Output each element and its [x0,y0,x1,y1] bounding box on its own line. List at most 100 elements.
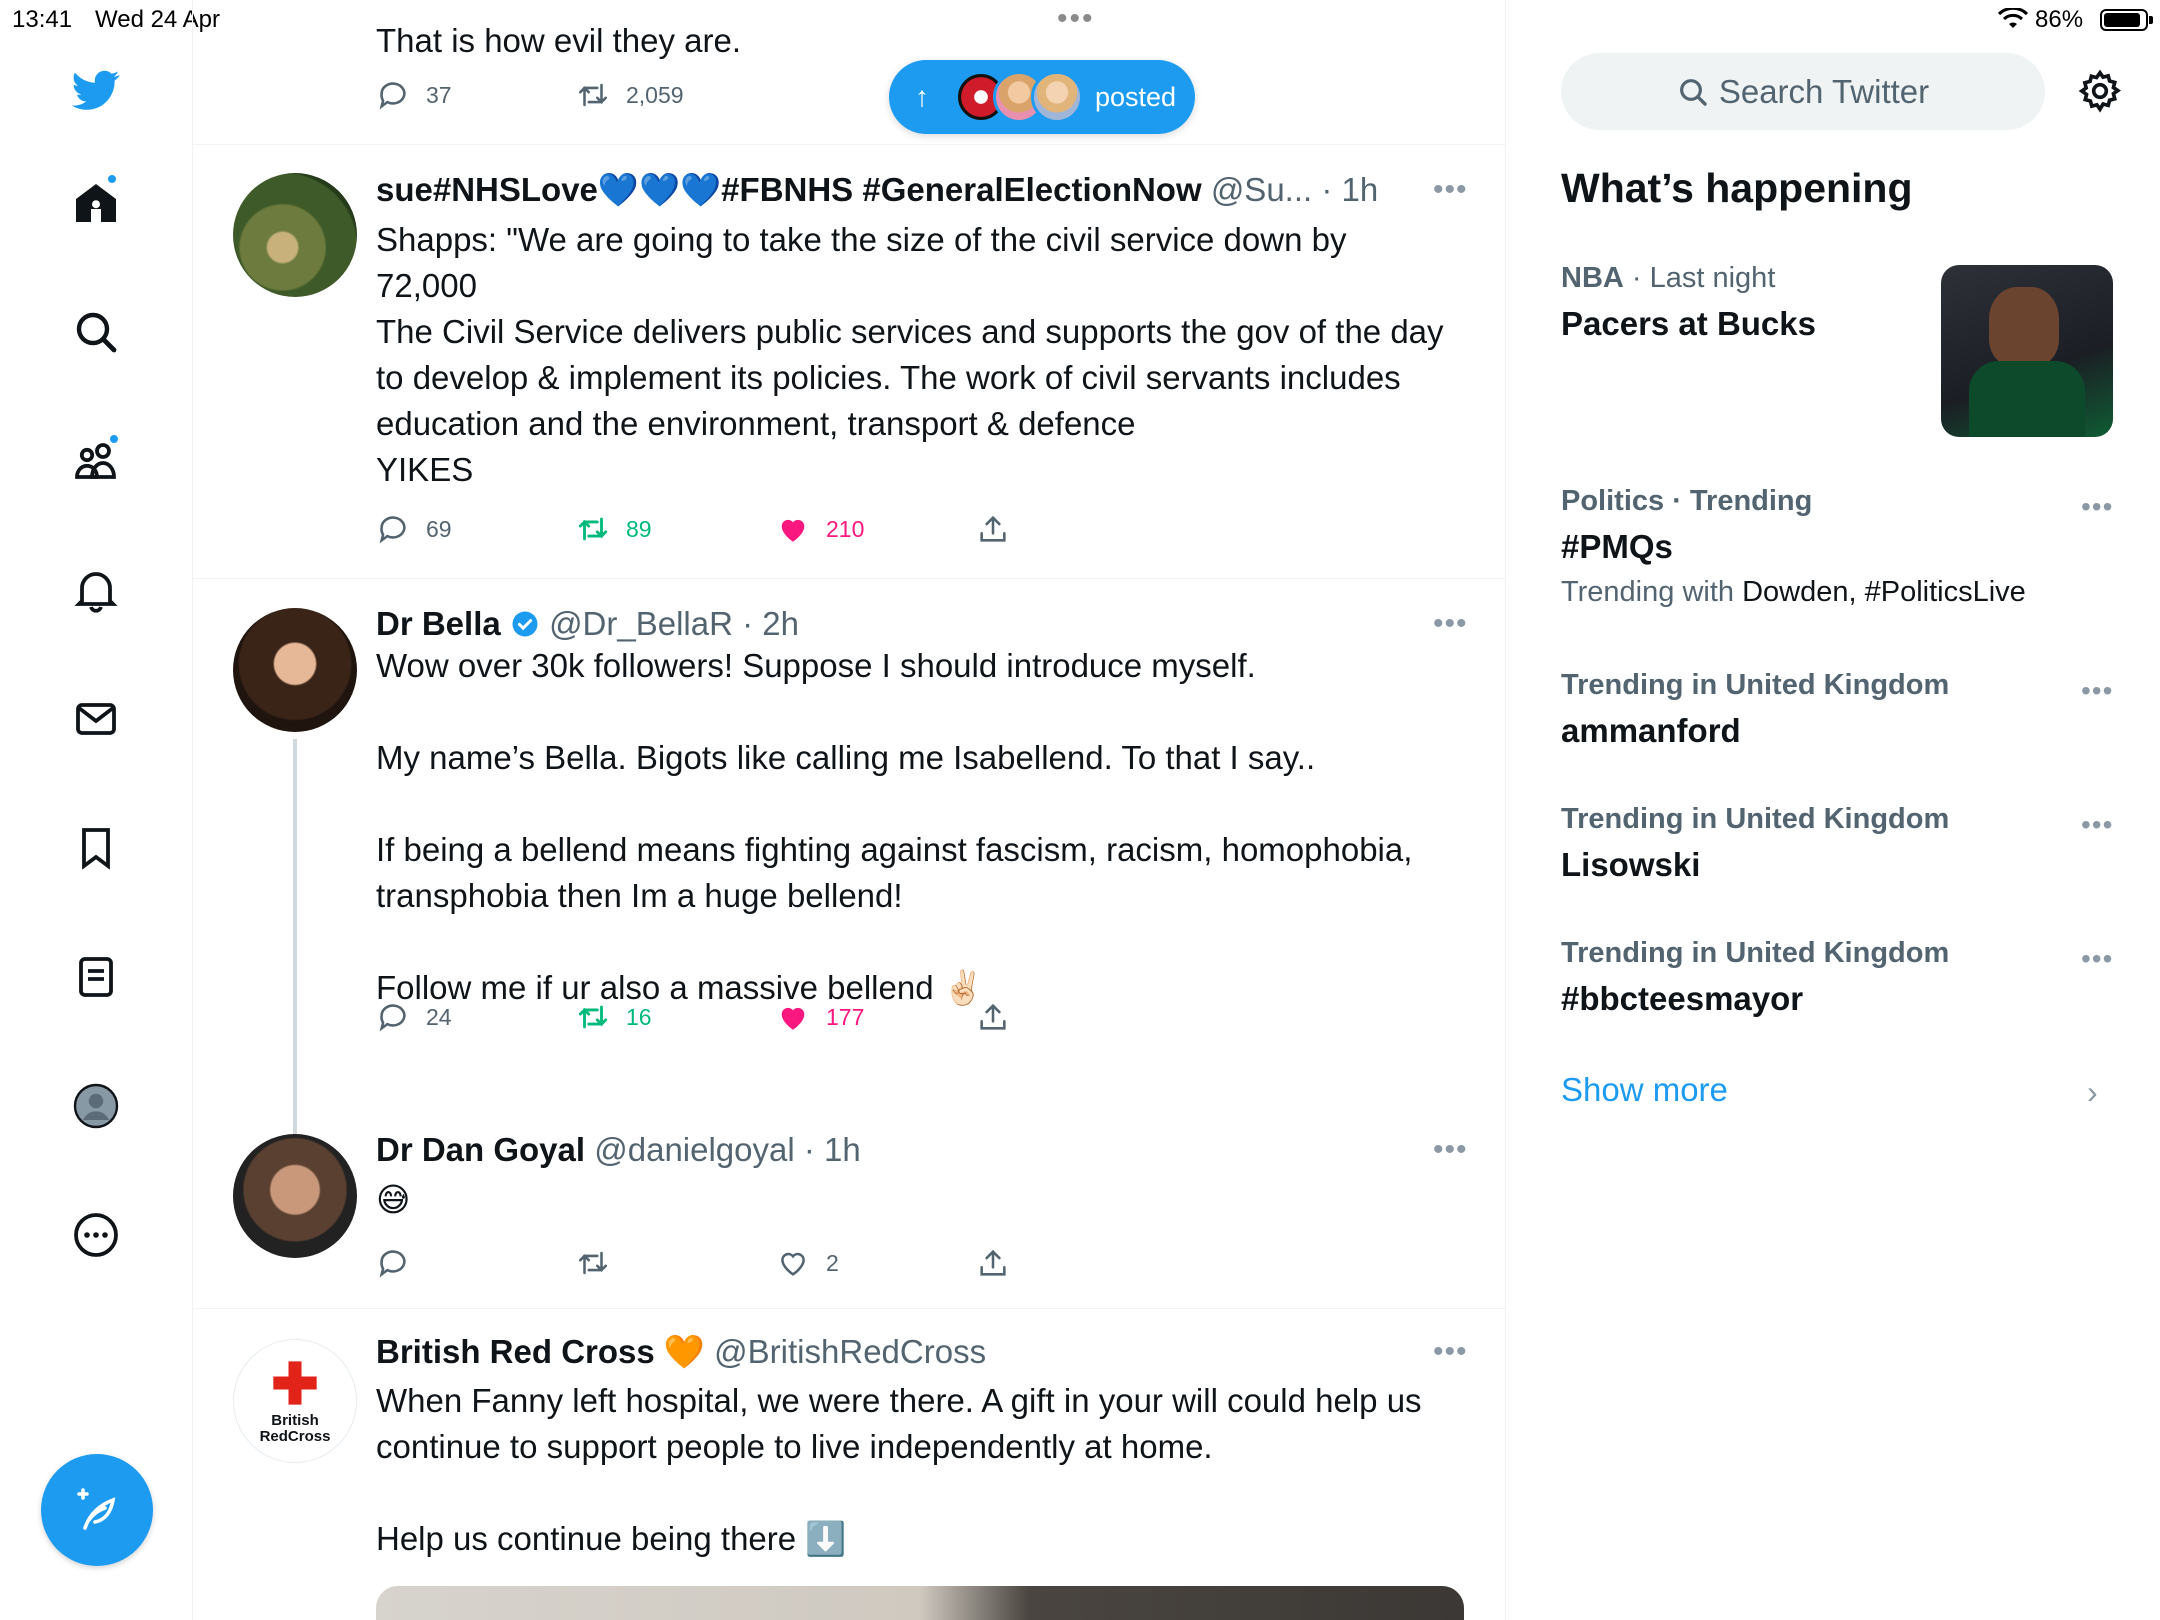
avatar[interactable] [233,173,357,297]
chevron-right-icon: › [2087,1074,2098,1110]
communities-icon[interactable] [70,433,122,487]
trend-item[interactable]: Trending in United Kingdom #bbcteesmayor [1561,937,2121,1018]
trend-category: Trending in United Kingdom [1561,937,1950,969]
twitter-logo-icon[interactable] [70,64,122,116]
tweet-header: Dr Dan Goyal @danielgoyal · 1h [376,1131,861,1169]
tweet-text: When Fanny left hospital, we were there.… [376,1382,1422,1557]
trend-category: Trending in United Kingdom [1561,669,1950,701]
trend-more-icon[interactable]: ••• [2081,491,2113,523]
mail-icon[interactable] [70,693,122,745]
poster-avatar [1031,71,1083,123]
show-more-link[interactable]: Show more [1561,1071,1728,1109]
tweet-text: Shapps: "We are going to take the size o… [376,221,1444,488]
new-posts-label: posted [1095,81,1177,112]
tweet-actions: 2 [376,1243,1456,1283]
trend-item[interactable]: Politics · Trending #PMQs Trending with … [1561,485,2121,609]
author-name[interactable]: British Red Cross 🧡 [376,1333,705,1370]
tweet-thread[interactable]: Dr Bella @Dr_BellaR · 2h ••• Wow over 30… [193,579,1505,1309]
thread-connector [293,739,297,1143]
retweet-button[interactable]: 16 [576,997,652,1037]
profile-avatar-icon[interactable] [70,1080,122,1132]
reply-count: 37 [426,81,452,108]
bookmark-icon[interactable] [70,822,122,874]
like-button[interactable]: 210 [776,509,864,549]
retweet-count: 89 [626,515,652,542]
like-count: 2 [826,1249,839,1276]
trend-category: Trending in United Kingdom [1561,803,1950,835]
trend-title: #bbcteesmayor [1561,980,1804,1017]
like-count: 210 [826,515,865,542]
gear-icon[interactable] [2077,68,2123,114]
trend-more-icon[interactable]: ••• [2081,809,2113,841]
search-icon [1679,78,1707,106]
author-handle[interactable]: @Su... · 1h [1211,171,1378,208]
retweet-count: 16 [626,1003,652,1030]
tweet-promoted[interactable]: British RedCross British Red Cross 🧡 @Br… [193,1309,1505,1620]
tweet-actions: 24 16 177 [376,997,1456,1037]
trend-title: #PMQs [1561,528,1673,565]
tweet-more-icon[interactable]: ••• [1433,173,1468,207]
lists-icon[interactable] [70,951,122,1003]
tweet-actions: 69 89 210 [376,509,1456,549]
trend-item[interactable]: Trending in United Kingdom ammanford [1561,669,2121,750]
share-button[interactable] [976,509,1026,549]
communities-notification-dot [108,433,120,445]
search-input[interactable]: Search Twitter [1561,53,2045,130]
trend-sub-prefix: Trending with [1561,576,1743,608]
bell-icon[interactable] [70,564,122,616]
trend-item[interactable]: Trending in United Kingdom Lisowski [1561,803,2121,884]
red-cross-icon [273,1361,317,1405]
tweet-more-icon[interactable]: ••• [1433,1133,1468,1167]
trend-more-icon[interactable]: ••• [2081,943,2113,975]
author-name[interactable]: Dr Bella [376,605,501,642]
home-icon[interactable] [70,173,122,229]
reply-count: 24 [426,1003,452,1030]
retweet-button[interactable]: 2,059 [576,75,684,115]
timeline: That is how evil they are. 37 2,059 ↑ po… [193,0,1506,1620]
retweet-button[interactable]: 89 [576,509,652,549]
tweet-more-icon[interactable]: ••• [1433,607,1468,641]
compose-feather-icon [77,1488,116,1530]
reply-button[interactable]: 69 [376,509,452,549]
avatar-text: British [271,1412,319,1429]
tweet-header: sue#NHSLove💙💙💙#FBNHS #GeneralElectionNow… [376,171,1378,210]
trend-thumbnail[interactable] [1941,265,2113,437]
reply-button[interactable]: 37 [376,75,452,115]
author-handle[interactable]: @danielgoyal · 1h [594,1131,861,1168]
new-posts-pill[interactable]: ↑ posted [889,60,1195,134]
home-notification-dot [106,173,118,185]
reply-button[interactable]: 24 [376,997,452,1037]
tweet-header: British Red Cross 🧡 @BritishRedCross [376,1333,986,1372]
avatar-text: RedCross [259,1428,331,1445]
trend-more-icon[interactable]: ••• [2081,675,2113,707]
search-icon[interactable] [70,306,122,358]
verified-badge-icon [512,611,538,637]
more-circle-icon[interactable] [70,1209,122,1261]
avatar[interactable]: British RedCross [233,1339,357,1463]
tweet-text: That is how evil they are. [376,22,741,59]
reply-count: 69 [426,515,452,542]
share-button[interactable] [976,1243,1026,1283]
author-handle[interactable]: @Dr_BellaR · 2h [549,605,799,642]
author-name[interactable]: Dr Dan Goyal [376,1131,585,1168]
tweet-text: 😅 [376,1181,411,1218]
whats-happening-title: What’s happening [1561,165,1913,211]
trend-title: Lisowski [1561,846,1701,883]
share-button[interactable] [976,997,1026,1037]
compose-tweet-button[interactable] [41,1454,153,1566]
tweet-more-icon[interactable]: ••• [1433,1335,1468,1369]
tweet-header: Dr Bella @Dr_BellaR · 2h [376,605,799,643]
tweet[interactable]: sue#NHSLove💙💙💙#FBNHS #GeneralElectionNow… [193,145,1505,579]
retweet-button[interactable] [576,1243,626,1283]
avatar[interactable] [233,608,357,732]
author-handle[interactable]: @BritishRedCross [714,1333,986,1370]
author-name[interactable]: sue#NHSLove💙💙💙#FBNHS #GeneralElectionNow [376,171,1202,208]
arrow-up-icon: ↑ [915,81,929,112]
like-button[interactable]: 2 [776,1243,839,1283]
tweet-partial[interactable]: That is how evil they are. 37 2,059 [193,0,1505,145]
reply-button[interactable] [376,1243,426,1283]
tweet-media-image[interactable] [376,1586,1464,1620]
like-button[interactable]: 177 [776,997,864,1037]
avatar[interactable] [233,1134,357,1258]
retweet-count: 2,059 [626,81,684,108]
